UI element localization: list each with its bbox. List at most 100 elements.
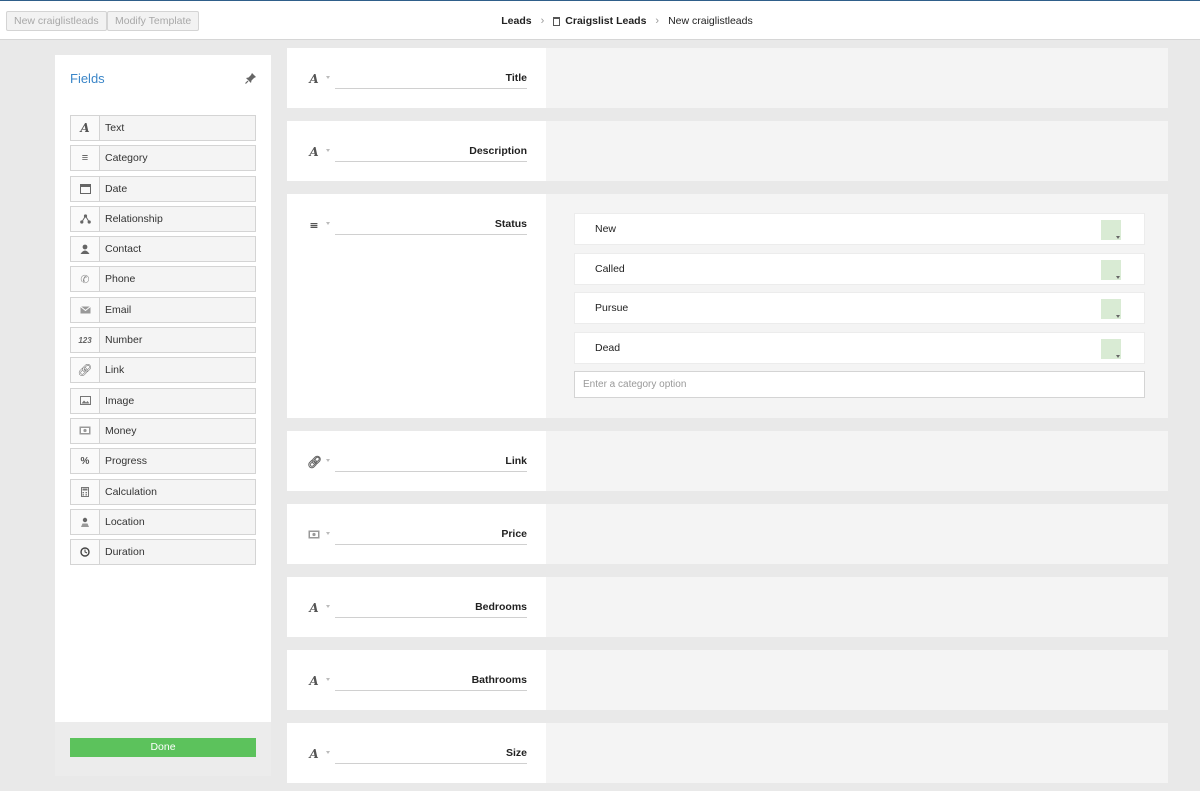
category-option[interactable]: Called <box>574 252 1145 285</box>
link-icon[interactable]: 🔗︎ <box>307 455 322 470</box>
field-type-label: Number <box>105 334 143 347</box>
field-label-input[interactable]: Description <box>335 141 527 162</box>
field-type-link[interactable]: 🔗︎ Link <box>70 357 256 384</box>
app-icon <box>553 16 561 26</box>
field-type-label: Category <box>105 152 148 165</box>
form-field-row-link[interactable]: 🔗︎ Link <box>287 431 1168 491</box>
field-options-area <box>546 48 1168 108</box>
category-option[interactable]: New <box>574 213 1145 245</box>
form-field-row-bathrooms[interactable]: A Bathrooms <box>287 650 1168 710</box>
text-icon[interactable]: A <box>307 601 321 616</box>
field-type-list: A Text ≡ Category Date Relationship Contact ✆ Ph… <box>70 115 256 569</box>
chevron-down-icon[interactable] <box>326 532 330 535</box>
field-type-date[interactable]: Date <box>70 175 256 202</box>
progress-icon: % <box>71 449 100 474</box>
field-type-label: Text <box>105 122 125 134</box>
category-option-input[interactable] <box>574 371 1145 398</box>
text-icon: A <box>71 116 100 140</box>
chevron-right-icon: › <box>540 15 545 27</box>
field-type-relationship[interactable]: Relationship <box>70 205 256 232</box>
field-settings: 🔗︎ Link <box>287 431 546 491</box>
field-type-calculation[interactable]: Calculation <box>70 478 256 505</box>
chevron-down-icon[interactable] <box>326 459 330 462</box>
form-field-row-bedrooms[interactable]: A Bedrooms <box>287 577 1168 637</box>
field-type-money[interactable]: Money <box>70 417 256 444</box>
text-icon[interactable]: A <box>307 674 321 689</box>
chevron-down-icon[interactable] <box>326 149 330 152</box>
field-type-contact[interactable]: Contact <box>70 236 256 263</box>
color-picker-swatch[interactable] <box>1101 299 1121 320</box>
calculation-icon <box>71 479 100 504</box>
done-button[interactable]: Done <box>70 738 256 757</box>
chevron-down-icon[interactable] <box>326 605 330 608</box>
chevron-down-icon[interactable] <box>326 751 330 754</box>
field-label-input[interactable]: Title <box>335 68 527 89</box>
field-settings: A Title <box>287 48 546 108</box>
color-picker-swatch[interactable] <box>1101 339 1121 360</box>
field-label-input[interactable]: Link <box>335 451 527 472</box>
fields-panel: Fields A Text ≡ Category Date Relationship Con… <box>55 55 271 776</box>
form-field-row-status[interactable]: ≡ Status New Called Pursue Dead <box>287 194 1168 418</box>
field-type-label: Date <box>105 182 128 195</box>
field-type-location[interactable]: Location <box>70 508 256 535</box>
category-icon[interactable]: ≡ <box>307 218 321 233</box>
chevron-down-icon[interactable] <box>326 76 330 79</box>
field-type-label: Contact <box>105 243 142 256</box>
chevron-down-icon[interactable] <box>326 222 330 225</box>
field-type-label: Phone <box>105 273 136 286</box>
field-type-image[interactable]: Image <box>70 387 256 414</box>
field-options-area <box>546 504 1168 564</box>
field-label-input[interactable]: Status <box>335 214 527 235</box>
field-type-label: Email <box>105 303 132 316</box>
chevron-down-icon[interactable] <box>326 678 330 681</box>
pin-icon[interactable] <box>245 72 257 84</box>
text-icon[interactable]: A <box>307 72 321 87</box>
category-option[interactable]: Pursue <box>574 292 1145 325</box>
field-type-label: Link <box>105 364 125 377</box>
field-type-label: Money <box>105 424 137 437</box>
field-type-duration[interactable]: Duration <box>70 539 256 566</box>
image-icon <box>71 388 100 413</box>
field-type-label: Image <box>105 394 135 407</box>
field-type-label: Location <box>105 515 145 528</box>
field-settings: A Description <box>287 121 546 181</box>
field-label-input[interactable]: Bathrooms <box>335 670 527 691</box>
field-type-label: Calculation <box>105 485 157 498</box>
form-field-row-title[interactable]: A Title <box>287 48 1168 108</box>
field-type-progress[interactable]: % Progress <box>70 448 256 475</box>
category-option[interactable]: Dead <box>574 332 1145 365</box>
duration-icon <box>71 540 100 565</box>
money-icon[interactable] <box>307 528 321 543</box>
text-icon[interactable]: A <box>307 747 321 762</box>
color-picker-swatch[interactable] <box>1101 220 1121 240</box>
form-field-row-size[interactable]: A Size <box>287 723 1168 783</box>
field-options-area <box>546 577 1168 637</box>
color-picker-swatch[interactable] <box>1101 259 1121 280</box>
field-label-input[interactable]: Size <box>335 743 527 764</box>
category-option-label: New <box>595 223 617 235</box>
field-options-area <box>546 121 1168 181</box>
field-type-category[interactable]: ≡ Category <box>70 145 256 172</box>
email-icon <box>71 297 100 322</box>
field-label-input[interactable]: Bedrooms <box>335 597 527 618</box>
field-options-area: New Called Pursue Dead <box>546 194 1168 418</box>
money-icon <box>71 418 100 443</box>
category-option-label: Called <box>595 262 625 275</box>
fields-panel-title: Fields <box>70 71 105 86</box>
text-icon[interactable]: A <box>307 145 321 160</box>
field-type-number[interactable]: 123 Number <box>70 327 256 354</box>
category-option-label: Dead <box>595 342 621 355</box>
field-label-input[interactable]: Price <box>335 524 527 545</box>
breadcrumb: Leads › Craigslist Leads › New craiglist… <box>0 1 1200 41</box>
phone-icon: ✆ <box>71 267 100 292</box>
breadcrumb-app[interactable]: Craigslist Leads <box>565 15 646 27</box>
category-option-label: Pursue <box>595 302 629 315</box>
field-settings: Price <box>287 504 546 564</box>
form-field-row-price[interactable]: Price <box>287 504 1168 564</box>
field-type-text[interactable]: A Text <box>70 115 256 141</box>
field-type-phone[interactable]: ✆ Phone <box>70 266 256 293</box>
breadcrumb-leads[interactable]: Leads <box>501 15 531 27</box>
field-type-email[interactable]: Email <box>70 296 256 323</box>
form-field-row-description[interactable]: A Description <box>287 121 1168 181</box>
field-options-area <box>546 431 1168 491</box>
